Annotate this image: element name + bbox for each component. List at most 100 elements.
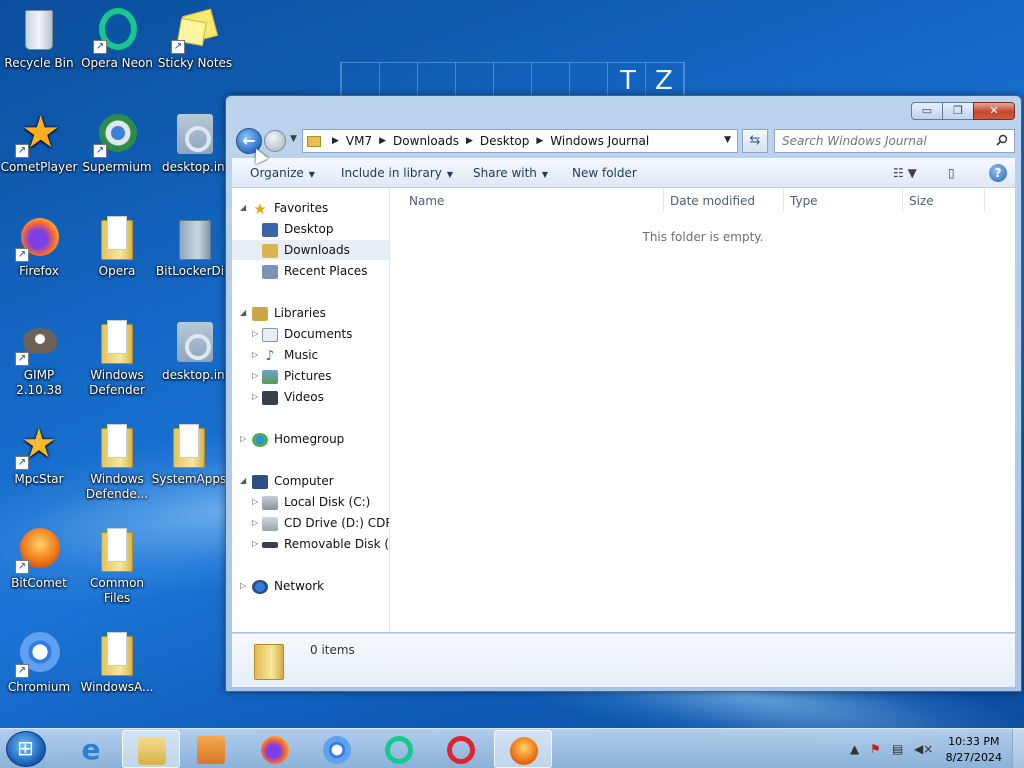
minimize-button[interactable]: ▭ — [911, 102, 943, 120]
collapse-arrow-icon[interactable]: ▷ — [252, 539, 258, 548]
nav-removable-disk[interactable]: Removable Disk (E:) — [262, 534, 389, 554]
nav-downloads[interactable]: Downloads — [232, 240, 389, 260]
nav-videos[interactable]: Videos — [262, 387, 324, 407]
expand-arrow-icon[interactable]: ◢ — [240, 476, 246, 485]
expand-arrow-icon[interactable]: ◢ — [240, 308, 246, 317]
column-divider[interactable] — [783, 188, 784, 212]
maximize-button[interactable]: ❐ — [942, 102, 974, 120]
refresh-button[interactable]: ⇆ — [742, 129, 768, 153]
taskbar-opera[interactable] — [432, 730, 490, 768]
action-center-icon[interactable]: ⚑ — [870, 742, 881, 756]
desktop-icon-windowsa[interactable]: WindowsA... — [78, 630, 156, 695]
address-bar[interactable]: ▶ VM7 ▶ Downloads ▶ Desktop ▶ Windows Jo… — [302, 129, 738, 153]
taskbar-internet-explorer[interactable]: e — [62, 730, 120, 768]
nav-desktop[interactable]: Desktop — [262, 219, 334, 239]
column-header-size[interactable]: Size — [909, 194, 934, 208]
clock[interactable]: 10:33 PM 8/27/2024 — [946, 734, 1002, 766]
nav-libraries[interactable]: Libraries — [252, 303, 326, 323]
nav-cd-drive[interactable]: CD Drive (D:) CDROM — [262, 513, 389, 533]
column-divider[interactable] — [902, 188, 903, 212]
search-icon[interactable] — [996, 134, 1008, 146]
show-hidden-icons-button[interactable]: ▲ — [850, 742, 859, 756]
desktop-icon-recycle-bin[interactable]: Recycle Bin — [0, 6, 78, 71]
nav-pictures[interactable]: Pictures — [262, 366, 332, 386]
include-in-library-button[interactable]: Include in library ▼ — [341, 166, 453, 180]
desktop-icon-bitcomet[interactable]: ↗ BitComet — [0, 526, 78, 591]
desktop-icon-cometplayer[interactable]: ★ ↗ CometPlayer — [0, 110, 78, 175]
desktop-icon-opera-neon[interactable]: ↗ Opera Neon — [78, 6, 156, 71]
taskbar-firefox[interactable] — [246, 730, 304, 768]
desktop-icon-sticky-notes[interactable]: ↗ Sticky Notes — [156, 6, 234, 71]
desktop-icon-mpcstar[interactable]: ★ ↗ MpcStar — [0, 422, 78, 487]
desktop-icon-common-files[interactable]: Common Files — [78, 526, 156, 606]
collapse-arrow-icon[interactable]: ▷ — [252, 350, 258, 359]
column-header-name[interactable]: Name — [409, 194, 444, 208]
taskbar-media-player[interactable] — [182, 730, 240, 768]
nav-recent-places[interactable]: Recent Places — [262, 261, 367, 281]
explorer-window[interactable]: ▭ ❐ ✕ ← ▼ ▶ VM7 ▶ Downloads ▶ Desktop ▶ … — [225, 95, 1022, 692]
breadcrumb-desktop[interactable]: Desktop — [480, 134, 530, 148]
volume-muted-icon[interactable]: ◀× — [914, 742, 933, 756]
desktop-icon-gimp[interactable]: ↗ GIMP 2.10.38 — [0, 318, 78, 398]
desktop-icon-bitlocker-folder[interactable]: BitLockerDi... — [156, 214, 236, 279]
start-button[interactable] — [6, 731, 46, 767]
share-with-button[interactable]: Share with ▼ — [473, 166, 548, 180]
new-folder-button[interactable]: New folder — [572, 166, 637, 180]
column-divider[interactable] — [663, 188, 664, 212]
nav-network[interactable]: Network — [252, 576, 324, 596]
close-button[interactable]: ✕ — [973, 102, 1015, 120]
desktop-icon-label: Opera — [98, 264, 136, 278]
navigation-pane[interactable]: ◢ ★ Favorites Desktop Downloads Recent Pl… — [232, 188, 390, 632]
nav-music[interactable]: ♪ Music — [262, 345, 319, 365]
nav-documents[interactable]: Documents — [262, 324, 352, 344]
breadcrumb-separator-icon[interactable]: ▶ — [466, 136, 473, 146]
desktop-icon-windows-defender-2[interactable]: Windows Defende... — [78, 422, 156, 502]
network-status-icon[interactable]: ▤ — [892, 742, 903, 756]
taskbar-opera-neon[interactable] — [370, 730, 428, 768]
help-icon[interactable]: ? — [989, 164, 1007, 182]
desktop-icon-label: Windows Defende... — [85, 472, 149, 501]
taskbar-chromium[interactable] — [308, 730, 366, 768]
collapse-arrow-icon[interactable]: ▷ — [252, 371, 258, 380]
breadcrumb-separator-icon[interactable]: ▶ — [536, 136, 543, 146]
file-list-pane[interactable]: Name Date modified Type Size This folder… — [391, 188, 1015, 632]
preview-pane-icon[interactable]: ▯ — [948, 166, 955, 180]
collapse-arrow-icon[interactable]: ▷ — [252, 518, 258, 527]
nav-computer[interactable]: Computer — [252, 471, 334, 491]
desktop-icon-chromium[interactable]: ↗ Chromium — [0, 630, 78, 695]
collapse-arrow-icon[interactable]: ▷ — [252, 392, 258, 401]
nav-homegroup[interactable]: Homegroup — [252, 429, 344, 449]
desktop-icon-desktop-ini[interactable]: desktop.ini — [156, 110, 234, 175]
desktop-icon-windows-defender[interactable]: Windows Defender — [78, 318, 156, 398]
collapse-arrow-icon[interactable]: ▷ — [252, 329, 258, 338]
breadcrumb-windows-journal[interactable]: Windows Journal — [550, 134, 649, 148]
column-divider[interactable] — [984, 188, 985, 212]
desktop-icon-systemapps[interactable]: SystemApps — [150, 422, 228, 487]
collapse-arrow-icon[interactable]: ▷ — [252, 497, 258, 506]
collapse-arrow-icon[interactable]: ▷ — [240, 581, 246, 590]
address-dropdown-icon[interactable]: ▼ — [724, 135, 731, 145]
column-header-type[interactable]: Type — [790, 194, 818, 208]
forward-button[interactable] — [264, 130, 286, 152]
breadcrumb-separator-icon[interactable]: ▶ — [379, 136, 386, 146]
nav-local-disk[interactable]: Local Disk (C:) — [262, 492, 370, 512]
desktop-icon-firefox[interactable]: ↗ Firefox — [0, 214, 78, 279]
search-input[interactable] — [782, 134, 987, 148]
desktop-icon-supermium[interactable]: ↗ Supermium — [78, 110, 156, 175]
organize-button[interactable]: Organize ▼ — [250, 166, 315, 180]
expand-arrow-icon[interactable]: ◢ — [240, 203, 246, 212]
breadcrumb-separator-icon[interactable]: ▶ — [332, 136, 339, 146]
breadcrumb-downloads[interactable]: Downloads — [393, 134, 459, 148]
taskbar-windows-explorer[interactable] — [122, 730, 180, 768]
column-header-date-modified[interactable]: Date modified — [670, 194, 755, 208]
breadcrumb-vm7[interactable]: VM7 — [346, 134, 372, 148]
recent-pages-dropdown[interactable]: ▼ — [290, 134, 297, 144]
search-box[interactable] — [774, 129, 1015, 153]
desktop-icon-desktop-ini-2[interactable]: desktop.ini — [156, 318, 234, 383]
taskbar-bitcomet[interactable] — [494, 730, 552, 768]
desktop-icon-opera-folder[interactable]: Opera — [78, 214, 156, 279]
change-view-icon[interactable]: ☷ ▼ — [893, 166, 917, 180]
show-desktop-button[interactable] — [1012, 729, 1024, 768]
collapse-arrow-icon[interactable]: ▷ — [240, 434, 246, 443]
nav-favorites[interactable]: ★ Favorites — [252, 198, 328, 218]
